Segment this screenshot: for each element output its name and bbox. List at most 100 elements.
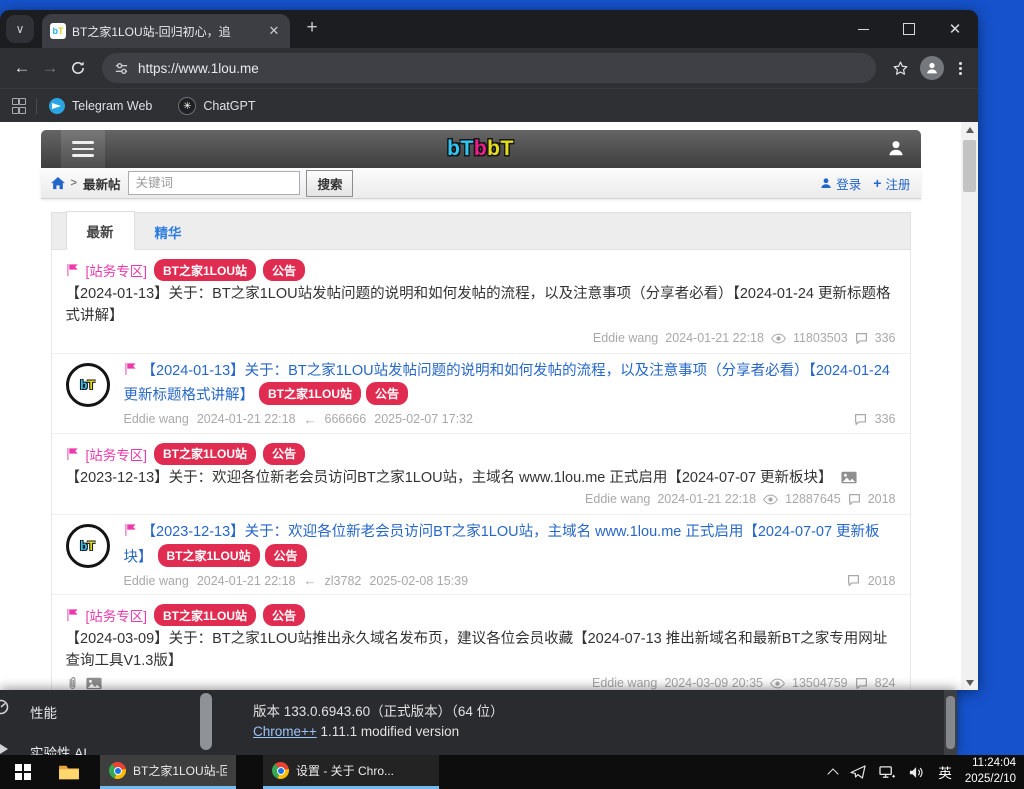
- post-comments: 2018: [868, 574, 896, 588]
- window-controls: ✕: [840, 10, 978, 48]
- post-category[interactable]: [站务专区]: [86, 260, 148, 280]
- post-category[interactable]: [站务专区]: [86, 605, 148, 625]
- notice-badge[interactable]: 公告: [263, 604, 305, 626]
- post-title[interactable]: 【2024-03-09】关于：BT之家1LOU站推出永久域名发布页，建议各位会员…: [66, 629, 896, 673]
- post-category[interactable]: [站务专区]: [86, 444, 148, 464]
- tab-search-button[interactable]: ∨: [6, 15, 34, 43]
- new-tab-button[interactable]: +: [302, 17, 322, 39]
- bookmark-star-button[interactable]: [886, 54, 914, 82]
- notice-badge[interactable]: 公告: [263, 443, 305, 465]
- search-button[interactable]: 搜索: [306, 170, 353, 197]
- forum-badge[interactable]: BT之家1LOU站: [158, 544, 260, 567]
- post-author[interactable]: Eddie wang: [124, 412, 189, 426]
- comments-icon: [854, 413, 867, 426]
- browser-menu-button[interactable]: [950, 60, 970, 77]
- scroll-down-arrow[interactable]: [961, 675, 978, 690]
- header-user-button[interactable]: [887, 139, 905, 157]
- notice-badge[interactable]: 公告: [366, 382, 408, 405]
- taskbar: BT之家1LOU站-回... 设置 - 关于 Chro... 英 11:24:0…: [0, 755, 1024, 789]
- post-author[interactable]: Eddie wang: [124, 574, 189, 588]
- breadcrumb: > 最新帖 搜索 登录 +: [41, 168, 921, 199]
- forum-badge[interactable]: BT之家1LOU站: [154, 443, 256, 465]
- bookmarks-divider: [36, 98, 37, 114]
- post-title-link[interactable]: 【2024-01-13】关于：BT之家1LOU站发帖问题的说明和如何发帖的流程，…: [124, 363, 891, 404]
- volume-icon[interactable]: [909, 765, 925, 780]
- back-button[interactable]: ←: [8, 54, 36, 82]
- breadcrumb-current[interactable]: 最新帖: [83, 174, 121, 193]
- user-avatar[interactable]: bT: [66, 363, 110, 407]
- bookmark-telegram[interactable]: Telegram Web: [49, 98, 152, 114]
- tab-close-icon[interactable]: ✕: [266, 23, 282, 39]
- chromepp-link[interactable]: Chrome++: [253, 724, 317, 739]
- file-explorer-button[interactable]: [46, 755, 92, 789]
- site-settings-icon[interactable]: [114, 61, 129, 76]
- forum-badge[interactable]: BT之家1LOU站: [154, 259, 256, 281]
- last-reply-user[interactable]: 666666: [325, 412, 367, 426]
- tab-digest[interactable]: 精华: [135, 213, 202, 250]
- reload-button[interactable]: [64, 54, 92, 82]
- user-avatar[interactable]: bT: [66, 524, 110, 568]
- minimize-button[interactable]: [840, 10, 886, 48]
- bookmark-chatgpt[interactable]: ✳ ChatGPT: [178, 97, 255, 115]
- settings-sidebar-scrollbar[interactable]: [200, 693, 212, 750]
- forward-button[interactable]: →: [36, 54, 64, 82]
- forum-badge[interactable]: BT之家1LOU站: [259, 382, 361, 405]
- settings-item-performance[interactable]: 性能: [30, 702, 57, 722]
- apps-grid-icon[interactable]: [12, 98, 24, 114]
- scrollbar-thumb[interactable]: [963, 140, 976, 192]
- maximize-button[interactable]: [886, 10, 932, 48]
- search-input[interactable]: [128, 171, 300, 195]
- ime-indicator[interactable]: 英: [938, 762, 952, 782]
- page-scrollbar[interactable]: [961, 122, 978, 690]
- taskbar-task-settings[interactable]: 设置 - 关于 Chro...: [263, 755, 439, 789]
- login-link[interactable]: 登录: [820, 174, 861, 193]
- comments-icon: [855, 677, 868, 690]
- post-title[interactable]: 【2024-01-13】关于：BT之家1LOU站发帖问题的说明和如何发帖的流程，…: [66, 284, 896, 328]
- taskbar-task-forum[interactable]: BT之家1LOU站-回...: [100, 755, 236, 789]
- register-link[interactable]: + 注册: [873, 174, 910, 193]
- profile-avatar-button[interactable]: [920, 56, 944, 80]
- address-bar[interactable]: https://www.1lou.me: [102, 53, 876, 83]
- post-views: 12887645: [785, 491, 841, 508]
- post-author[interactable]: Eddie wang: [585, 491, 650, 508]
- forum-badge[interactable]: BT之家1LOU站: [154, 604, 256, 626]
- post-comments: 336: [875, 412, 896, 426]
- logo-part-yellow: bT: [487, 137, 514, 160]
- tray-expand-icon[interactable]: [828, 768, 839, 779]
- desktop: { "browser": { "tab_title": "BT之家1LOU站-回…: [0, 0, 1024, 789]
- chrome-settings-window[interactable]: 性能 实验性 AI 版本 133.0.6943.60（正式版本）（64 位） C…: [0, 690, 957, 755]
- notice-badge[interactable]: 公告: [265, 544, 307, 567]
- experimental-ai-icon: [0, 744, 8, 754]
- taskbar-clock[interactable]: 11:24:04 2025/2/10: [965, 756, 1016, 787]
- comments-icon: [855, 332, 868, 345]
- post-row: [站务专区] BT之家1LOU站 公告 【2024-03-09】关于：BT之家1…: [52, 595, 910, 690]
- tab-latest[interactable]: 最新: [66, 211, 135, 250]
- site-logo[interactable]: bTbbT: [447, 137, 514, 161]
- notice-badge[interactable]: 公告: [263, 259, 305, 281]
- post-row: [站务专区] BT之家1LOU站 公告 【2024-01-13】关于：BT之家1…: [52, 250, 910, 354]
- network-icon[interactable]: [879, 765, 896, 780]
- telegram-icon: [49, 98, 65, 114]
- last-reply-time: 2025-02-08 15:39: [369, 574, 468, 588]
- browser-tab[interactable]: bT BT之家1LOU站-回归初心，追 ✕: [42, 14, 290, 48]
- post-author[interactable]: Eddie wang: [592, 675, 657, 690]
- post-time: 2024-03-09 20:35: [664, 675, 763, 690]
- breadcrumb-separator: >: [71, 177, 77, 189]
- scroll-up-arrow[interactable]: [961, 122, 978, 137]
- home-icon[interactable]: [51, 177, 65, 190]
- views-eye-icon: [770, 678, 785, 689]
- close-button[interactable]: ✕: [932, 10, 978, 48]
- menu-hamburger-button[interactable]: [61, 130, 105, 168]
- telegram-tray-icon[interactable]: [850, 764, 866, 780]
- settings-scrollbar[interactable]: [944, 690, 957, 755]
- settings-item-experimental-ai[interactable]: 实验性 AI: [30, 742, 87, 755]
- last-reply-user[interactable]: zl3782: [325, 574, 362, 588]
- post-list: [站务专区] BT之家1LOU站 公告 【2024-01-13】关于：BT之家1…: [51, 250, 911, 690]
- comments-icon: [848, 493, 861, 506]
- start-button[interactable]: [0, 755, 46, 789]
- flag-icon: [66, 608, 79, 622]
- post-comments: 336: [875, 330, 896, 347]
- post-author[interactable]: Eddie wang: [593, 330, 658, 347]
- paperclip-icon: [66, 676, 79, 690]
- post-title[interactable]: 【2023-12-13】关于：欢迎各位新老会员访问BT之家1LOU站，主域名 w…: [66, 470, 833, 486]
